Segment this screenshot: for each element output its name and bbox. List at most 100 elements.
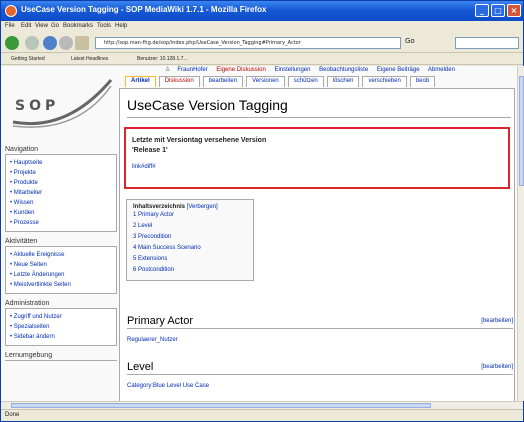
sidebar-item-meistverlinkte-seiten[interactable]: Meistvertlinkte Seiten (10, 280, 112, 290)
bookmark-getting-started[interactable]: Getting Started (11, 56, 45, 62)
section-heading: Primary Actor (127, 315, 513, 329)
sidebar-item-spezialseiten[interactable]: Spezialseiten (10, 322, 112, 332)
status-bar: Done (1, 409, 523, 421)
toplink-beobachtungsliste[interactable]: Beobachtungsliste (319, 67, 368, 73)
home-icon[interactable] (75, 36, 89, 50)
menu-bar: File Edit View Go Bookmarks Tools Help (1, 21, 523, 33)
page-title: UseCase Version Tagging (127, 97, 288, 113)
sidebar-item-prozesse[interactable]: Prozesse (10, 218, 112, 228)
tab-beobachten[interactable]: beob (409, 76, 436, 87)
sidebar-item-wissen[interactable]: Wissen (10, 198, 112, 208)
toc-item-primary-actor[interactable]: 1 Primary Actor (133, 210, 247, 221)
table-of-contents: Inhaltsverzeichnis [Verbergen] 1 Primary… (126, 199, 254, 281)
section-content-link[interactable]: Regulaerer_Nutzer (127, 337, 513, 343)
sidebar-navigation: Hauptseite Projekte Produkte Mitarbeiter… (5, 155, 117, 232)
navigation-toolbar: http://sop.man-fhg.de/sop/index.php/UseC… (1, 33, 523, 53)
menu-help[interactable]: Help (115, 23, 127, 29)
tab-bearbeiten[interactable]: bearbeiten (202, 76, 244, 87)
toc-item-postcondition[interactable]: 6 Postcondition (133, 265, 247, 276)
version-tag-value: 'Release 1' (132, 147, 168, 154)
section-heading: Level (127, 361, 513, 375)
user-icon: ♙ (165, 67, 171, 73)
vertical-scroll-thumb[interactable] (519, 76, 524, 186)
section-level: Level [bearbeiten] Category:Blue Level U… (127, 361, 513, 389)
horizontal-scroll-thumb[interactable] (11, 403, 431, 408)
sidebar-navigation-title: Navigation (5, 146, 117, 155)
toc-toggle[interactable]: [Verbergen] (187, 204, 218, 210)
version-tag-heading: Letzte mit Versiontag versehene Version (132, 137, 267, 144)
version-diff-link[interactable]: link#diff# (132, 164, 502, 170)
browser-window: UseCase Version Tagging - SOP MediaWiki … (0, 0, 524, 422)
menu-file[interactable]: File (5, 23, 15, 29)
tab-loeschen[interactable]: löschen (326, 76, 360, 87)
tab-verschieben[interactable]: verschieben (362, 76, 407, 87)
close-button[interactable]: × (507, 4, 521, 17)
sidebar-administration-title: Administration (5, 300, 117, 309)
sidebar-activities: Aktuelle Ereignisse Neue Seiten Letzte Ä… (5, 247, 117, 294)
sidebar-item-hauptseite[interactable]: Hauptseite (10, 158, 112, 168)
toplink-abmelden[interactable]: Abmelden (428, 67, 455, 73)
menu-tools[interactable]: Tools (97, 23, 111, 29)
horizontal-scrollbar[interactable] (1, 401, 523, 409)
sidebar-item-zugriff[interactable]: Zugriff und Nutzer (10, 312, 112, 322)
sidebar-item-aktuelle-ereignisse[interactable]: Aktuelle Ereignisse (10, 250, 112, 260)
section-edit-link[interactable]: [bearbeiten] (481, 364, 513, 370)
tab-artikel[interactable]: Artikel (125, 76, 156, 87)
sidebar-item-projekte[interactable]: Projekte (10, 168, 112, 178)
sidebar-item-sidebar-aendern[interactable]: Sidebar ändern (10, 332, 112, 342)
reload-icon[interactable] (43, 36, 57, 50)
menu-go[interactable]: Go (51, 23, 59, 29)
sidebar-activities-title: Aktivitäten (5, 238, 117, 247)
firefox-icon (5, 5, 17, 17)
sidebar: Navigation Hauptseite Projekte Produkte … (5, 140, 117, 361)
section-edit-link[interactable]: [bearbeiten] (481, 318, 513, 324)
page-tabs: Artikel Diskussion bearbeiten Versionen schü… (125, 76, 517, 88)
sidebar-item-produkte[interactable]: Produkte (10, 178, 112, 188)
menu-view[interactable]: View (35, 23, 48, 29)
toc-item-precondition[interactable]: 3 Precondition (133, 232, 247, 243)
bookmarks-toolbar: Getting Started Latest Headlines Benutze… (1, 54, 523, 65)
tab-schuetzen[interactable]: schützen (287, 76, 324, 87)
sidebar-learning-title: Lernumgebung (5, 352, 117, 361)
menu-bookmarks[interactable]: Bookmarks (63, 23, 93, 29)
toplink-fraunhofer[interactable]: FraunHofer (177, 67, 207, 73)
title-divider (127, 117, 511, 118)
search-input[interactable] (455, 37, 519, 49)
vertical-scrollbar[interactable] (517, 66, 524, 401)
sidebar-item-kunden[interactable]: Kunden (10, 208, 112, 218)
stop-icon[interactable] (59, 36, 73, 50)
sidebar-item-letzte-aenderungen[interactable]: Letzte Änderungen (10, 270, 112, 280)
article-body: UseCase Version Tagging Letzte mit Versi… (119, 88, 515, 401)
bookmark-latest-headlines[interactable]: Latest Headlines (71, 56, 108, 62)
go-button[interactable]: Go (405, 37, 451, 49)
personal-links: ♙ FraunHofer Eigene Diskussion Einstellun… (165, 66, 517, 76)
window-title: UseCase Version Tagging - SOP MediaWiki … (21, 5, 267, 14)
maximize-button[interactable]: □ (491, 4, 505, 17)
sidebar-item-mitarbeiter[interactable]: Mitarbeiter (10, 188, 112, 198)
title-bar: UseCase Version Tagging - SOP MediaWiki … (1, 1, 523, 21)
bookmark-benutzer[interactable]: Benutzer: 10.128.1.7... (137, 56, 188, 62)
toplink-eigene-diskussion[interactable]: Eigene Diskussion (216, 67, 265, 73)
url-bar[interactable]: http://sop.man-fhg.de/sop/index.php/UseC… (95, 37, 401, 49)
section-primary-actor: Primary Actor [bearbeiten] Regulaerer_Nu… (127, 315, 513, 343)
version-tag-box: Letzte mit Versiontag versehene Version … (124, 127, 510, 189)
section-content-link[interactable]: Category:Blue Level Use Case (127, 383, 513, 389)
page-content: SOP Navigation Hauptseite Projekte Produ… (1, 66, 517, 401)
sidebar-administration: Zugriff und Nutzer Spezialseiten Sidebar… (5, 309, 117, 346)
go-label: Go (405, 37, 415, 45)
toplink-einstellungen[interactable]: Einstellungen (274, 67, 310, 73)
sop-logo[interactable]: SOP (7, 70, 117, 138)
back-icon[interactable] (5, 36, 19, 50)
toc-item-extensions[interactable]: 5 Extensions (133, 254, 247, 265)
menu-edit[interactable]: Edit (21, 23, 31, 29)
toplink-eigene-beitraege[interactable]: Eigene Beiträge (377, 67, 420, 73)
sidebar-item-neue-seiten[interactable]: Neue Seiten (10, 260, 112, 270)
minimize-button[interactable]: _ (475, 4, 489, 17)
toc-item-level[interactable]: 2 Level (133, 221, 247, 232)
toc-item-main-success-scenario[interactable]: 4 Main Success Scenario (133, 243, 247, 254)
logo-text: SOP (15, 98, 60, 114)
tab-diskussion[interactable]: Diskussion (158, 76, 200, 87)
status-text: Done (5, 412, 20, 418)
forward-icon[interactable] (25, 36, 39, 50)
tab-versionen[interactable]: Versionen (246, 76, 285, 87)
